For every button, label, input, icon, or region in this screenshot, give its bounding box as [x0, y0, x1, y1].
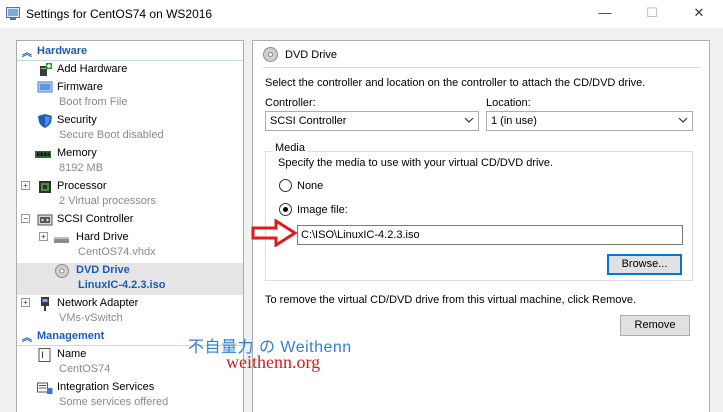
expand-network-adapter-button[interactable]: +	[21, 298, 30, 307]
tree-item-processor[interactable]: + Processor 2 Virtual processors	[17, 179, 243, 211]
image-path-input[interactable]: C:\ISO\LinuxIC-4.2.3.iso	[297, 225, 683, 245]
network-adapter-icon	[41, 297, 49, 311]
controller-label: Controller:	[265, 97, 316, 109]
minimize-button[interactable]: —	[594, 4, 616, 22]
chevron-down-icon	[464, 117, 474, 123]
tree-item-label: Memory	[57, 147, 97, 159]
panel-description: Select the controller and location on th…	[265, 77, 646, 89]
remove-description: To remove the virtual CD/DVD drive from …	[265, 294, 637, 306]
tree-item-subtitle: CentOS74	[59, 363, 111, 375]
tree-item-label: Network Adapter	[57, 297, 139, 309]
media-group-title: Media	[273, 142, 307, 154]
remove-button[interactable]: Remove	[620, 315, 690, 336]
panel-title: DVD Drive	[285, 49, 337, 61]
tree-item-label: SCSI Controller	[57, 213, 134, 225]
dvd-drive-icon	[55, 264, 69, 278]
tree-item-add-hardware[interactable]: Add Hardware	[17, 62, 243, 79]
tree-item-firmware[interactable]: Firmware Boot from File	[17, 80, 243, 112]
section-hardware-label: Hardware	[37, 45, 88, 57]
tree-item-hard-drive[interactable]: + Hard Drive CentOS74.vhdx	[17, 230, 243, 262]
media-description: Specify the media to use with your virtu…	[278, 157, 554, 169]
red-arrow-annotation-icon	[251, 219, 298, 247]
chevron-up-icon: ︽	[22, 333, 32, 344]
expand-processor-button[interactable]: +	[21, 181, 30, 190]
tree-item-subtitle: 2 Virtual processors	[59, 195, 157, 207]
tree-item-label: Processor	[57, 180, 107, 192]
hard-drive-icon	[54, 237, 69, 243]
scsi-controller-icon	[37, 214, 53, 226]
integration-services-icon	[37, 382, 53, 394]
shield-icon	[38, 114, 52, 128]
tree-item-network-adapter[interactable]: + Network Adapter VMs-vSwitch	[17, 296, 243, 328]
tree-item-subtitle: VMs-vSwitch	[59, 312, 123, 324]
tree-item-subtitle: 8192 MB	[59, 162, 104, 174]
image-file-radio-label[interactable]: Image file:	[297, 204, 348, 216]
tree-item-subtitle: LinuxIC-4.2.3.iso	[78, 279, 166, 291]
add-hardware-icon	[40, 63, 52, 76]
tree-item-subtitle: Some services offered	[59, 396, 169, 408]
tree-item-label: Integration Services	[57, 381, 155, 393]
name-icon: I	[38, 348, 51, 362]
memory-icon	[35, 151, 51, 158]
tree-item-subtitle: Secure Boot disabled	[59, 129, 164, 141]
section-management-label: Management	[37, 330, 105, 342]
tree-item-label: Add Hardware	[57, 63, 128, 75]
header-divider	[263, 67, 701, 68]
tree-item-label: Security	[57, 114, 97, 126]
title-bar: Settings for CentOS74 on WS2016 — ☐ ✕	[0, 0, 723, 28]
browse-button[interactable]: Browse...	[607, 254, 682, 275]
chevron-down-icon	[678, 117, 688, 123]
close-button[interactable]: ✕	[688, 4, 710, 22]
tree-item-subtitle: CentOS74.vhdx	[78, 246, 156, 258]
location-select[interactable]: 1 (in use)	[486, 111, 693, 131]
none-radio[interactable]	[279, 179, 292, 192]
chevron-up-icon: ︽	[22, 48, 32, 59]
tree-item-label: Name	[57, 348, 87, 360]
controller-select-value: SCSI Controller	[270, 115, 347, 127]
tree-item-memory[interactable]: Memory 8192 MB	[17, 146, 243, 178]
dvd-drive-icon	[263, 47, 278, 62]
tree-item-scsi-controller[interactable]: − SCSI Controller	[17, 212, 243, 229]
window-title: Settings for CentOS74 on WS2016	[26, 7, 213, 21]
location-label: Location:	[486, 97, 531, 109]
section-hardware[interactable]: ︽ Hardware	[17, 43, 243, 61]
processor-icon	[39, 181, 51, 193]
tree-item-label: DVD Drive	[76, 264, 130, 276]
tree-item-subtitle: Boot from File	[59, 96, 128, 108]
image-file-radio[interactable]	[279, 203, 292, 216]
firmware-icon	[37, 81, 53, 93]
image-path-value: C:\ISO\LinuxIC-4.2.3.iso	[301, 229, 420, 241]
tree-item-integration-services[interactable]: Integration Services Some services offer…	[17, 380, 243, 412]
settings-app-icon	[6, 7, 20, 20]
tree-item-security[interactable]: Security Secure Boot disabled	[17, 113, 243, 145]
tree-item-dvd-drive[interactable]: DVD Drive LinuxIC-4.2.3.iso	[17, 263, 243, 295]
none-radio-label[interactable]: None	[297, 180, 323, 192]
maximize-button[interactable]: ☐	[641, 4, 663, 22]
tree-item-label: Firmware	[57, 81, 103, 93]
expand-hard-drive-button[interactable]: +	[39, 232, 48, 241]
controller-select[interactable]: SCSI Controller	[265, 111, 479, 131]
watermark-url: weithenn.org	[226, 352, 321, 372]
tree-item-label: Hard Drive	[76, 231, 129, 243]
collapse-scsi-button[interactable]: −	[21, 214, 30, 223]
svg-text:I: I	[41, 351, 44, 361]
location-select-value: 1 (in use)	[491, 115, 537, 127]
